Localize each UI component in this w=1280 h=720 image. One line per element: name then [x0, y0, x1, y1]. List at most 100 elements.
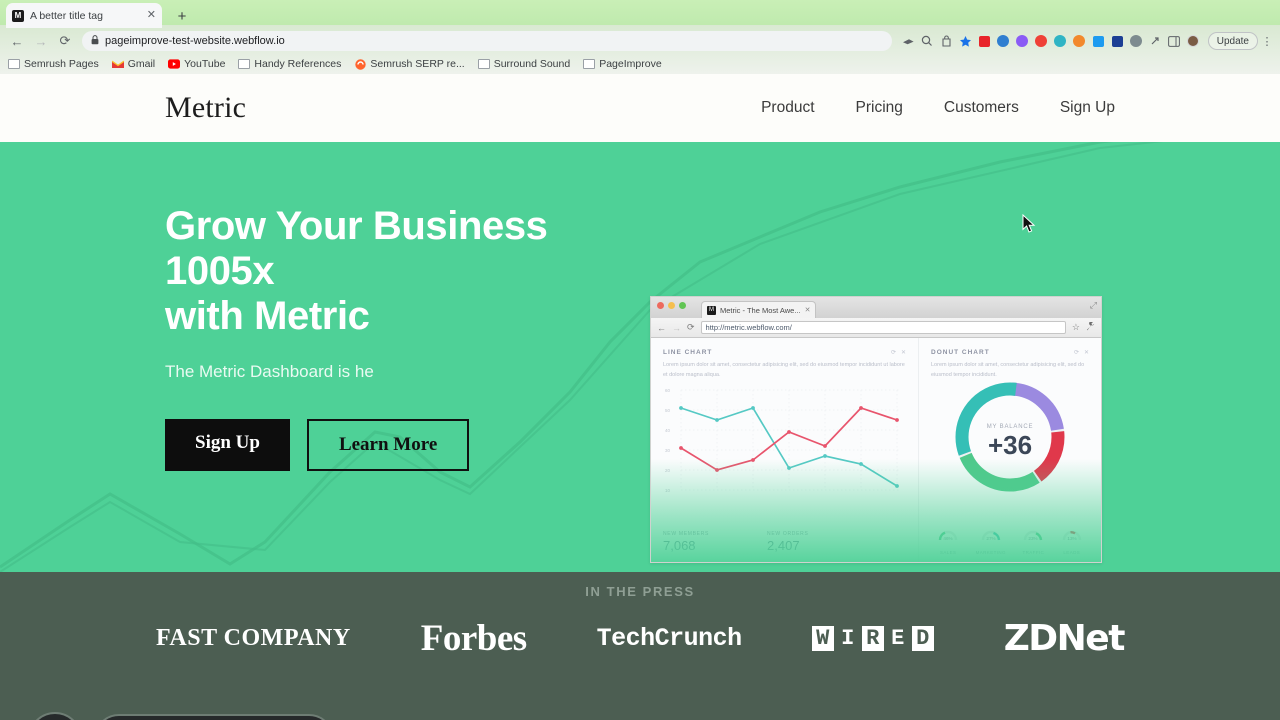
mock-window-controls[interactable] — [657, 302, 686, 309]
pen-icon[interactable] — [900, 33, 917, 50]
svg-text:50: 50 — [665, 408, 671, 413]
folder-icon — [238, 59, 251, 70]
svg-text:20: 20 — [665, 468, 671, 473]
gauge-traffic: 23% TRAFFIC — [1022, 525, 1044, 555]
ext-blue-globe-icon[interactable] — [995, 33, 1012, 50]
line-chart-graphic: 60 50 40 30 20 10 — [659, 382, 903, 505]
bookmark-item[interactable]: Surround Sound — [477, 58, 570, 70]
refresh-icon[interactable]: ⟳ — [891, 349, 896, 356]
shopping-bag-icon[interactable] — [938, 33, 955, 50]
bookmark-label: Semrush Pages — [24, 58, 99, 70]
loom-camera-button[interactable] — [28, 712, 82, 720]
site-logo[interactable]: Metric — [165, 91, 246, 125]
mock-resize-icon: ⤢ — [1089, 300, 1097, 310]
reload-button[interactable]: ⟳ — [54, 30, 76, 52]
mock-url-text: http://metric.webflow.com/ — [705, 323, 792, 332]
stat-label: NEW ORDERS — [767, 531, 809, 537]
svg-text:10: 10 — [665, 488, 671, 493]
mouse-cursor — [1022, 213, 1036, 239]
ext-orange-flower-icon[interactable] — [1071, 33, 1088, 50]
ext-teal-gear-icon[interactable] — [1052, 33, 1069, 50]
browser-chrome: M A better title tag ✕ + ← → ⟳ pageimpro… — [0, 0, 1280, 74]
folder-icon — [477, 59, 490, 70]
ext-red-square-icon[interactable] — [976, 33, 993, 50]
gauge-label: LEADS — [1063, 550, 1081, 555]
ext-navy-square-icon[interactable] — [1109, 33, 1126, 50]
learn-more-button[interactable]: Learn More — [306, 419, 470, 472]
profile-avatar[interactable] — [1185, 33, 1202, 50]
line-chart-stats: NEW MEMBERS 7,068 NEW ORDERS 2,407 — [663, 531, 809, 553]
ext-purple-drop-icon[interactable] — [1014, 33, 1031, 50]
stat-value: 7,068 — [663, 538, 696, 553]
nav-link-customers[interactable]: Customers — [944, 99, 1019, 117]
browser-menu-icon[interactable]: ⋮ — [1260, 35, 1274, 48]
mock-wrench-icon[interactable] — [1086, 321, 1095, 333]
nav-link-pricing[interactable]: Pricing — [856, 99, 903, 117]
mock-reload-icon[interactable]: ⟳ — [687, 322, 695, 333]
tab-title: A better title tag — [30, 9, 103, 22]
share-icon[interactable] — [1147, 33, 1164, 50]
gauge-leads: 13% LEADS — [1061, 525, 1083, 555]
press-logo-row: FAST COMPANY Forbes TechCrunch WIRED ZDN… — [0, 617, 1280, 660]
forward-button[interactable]: → — [30, 30, 52, 52]
close-icon[interactable]: ✕ — [1084, 349, 1089, 356]
ext-blue-chart-icon[interactable] — [1090, 33, 1107, 50]
svg-text:46%: 46% — [944, 536, 953, 541]
svg-text:30: 30 — [665, 448, 671, 453]
line-chart-controls: ⟳ ✕ — [891, 349, 906, 356]
line-chart-panel: LINE CHART ⟳ ✕ Lorem ipsum dolor sit ame… — [651, 338, 919, 562]
donut-center-value: +36 — [988, 430, 1032, 460]
nav-link-product[interactable]: Product — [761, 99, 814, 117]
tab-strip: M A better title tag ✕ + — [0, 0, 1280, 28]
web-page: Metric Product Pricing Customers Sign Up… — [0, 74, 1280, 720]
tab-favicon-icon: M — [12, 9, 24, 22]
toolbar-icons: Update ⋮ — [900, 32, 1274, 50]
mock-star-icon[interactable]: ☆ — [1072, 322, 1080, 333]
update-button[interactable]: Update — [1207, 32, 1258, 50]
tab-close-icon[interactable]: ✕ — [147, 10, 156, 21]
site-header: Metric Product Pricing Customers Sign Up — [0, 74, 1280, 142]
loom-recorder-toolbar: 5:00 — [28, 712, 335, 720]
mock-back-icon[interactable]: ← — [657, 323, 666, 333]
site-nav: Product Pricing Customers Sign Up — [761, 99, 1115, 117]
nav-link-signup[interactable]: Sign Up — [1060, 99, 1115, 117]
hero-title-line1: Grow Your Business 1005x — [165, 204, 548, 293]
ext-green-leaf-icon[interactable] — [1128, 33, 1145, 50]
bookmark-item[interactable]: PageImprove — [583, 58, 662, 70]
bookmark-item[interactable]: Semrush SERP re... — [354, 58, 465, 70]
back-button[interactable]: ← — [6, 30, 28, 52]
ext-red-circle-icon[interactable] — [1033, 33, 1050, 50]
bookmark-item[interactable]: Gmail — [111, 58, 156, 70]
bookmark-label: Semrush SERP re... — [370, 58, 465, 70]
magnifier-icon[interactable] — [919, 33, 936, 50]
mock-tab-strip: M Metric - The Most Awe... ✕ ⤢ — [651, 297, 1101, 318]
mock-url-field[interactable]: http://metric.webflow.com/ — [700, 321, 1066, 334]
new-tab-button[interactable]: + — [172, 6, 192, 26]
address-bar-url: pageimprove-test-website.webflow.io — [105, 35, 285, 47]
svg-text:60: 60 — [665, 388, 671, 393]
bookmark-item[interactable]: Handy References — [238, 58, 341, 70]
bookmark-star-icon[interactable] — [957, 33, 974, 50]
bookmark-label: Gmail — [127, 58, 156, 70]
address-bar[interactable]: pageimprove-test-website.webflow.io — [82, 31, 892, 51]
svg-text:40: 40 — [665, 428, 671, 433]
refresh-icon[interactable]: ⟳ — [1074, 349, 1079, 356]
donut-chart-header: DONUT CHART ⟳ ✕ — [931, 349, 1089, 356]
mock-forward-icon[interactable]: → — [672, 323, 681, 333]
sidepanel-icon[interactable] — [1166, 33, 1183, 50]
press-section: IN THE PRESS FAST COMPANY Forbes TechCru… — [0, 572, 1280, 720]
mock-dashboard-body: LINE CHART ⟳ ✕ Lorem ipsum dolor sit ame… — [651, 338, 1101, 562]
mock-tab-close-icon[interactable]: ✕ — [805, 306, 811, 314]
donut-chart-graphic: MY BALANCE +36 — [919, 378, 1101, 496]
mock-browser-tab[interactable]: M Metric - The Most Awe... ✕ — [701, 301, 817, 318]
gauge-row: 46% SALES 27% MARKETING 23% TRAFFIC 13% … — [919, 525, 1101, 555]
close-icon[interactable]: ✕ — [901, 349, 906, 356]
browser-tab[interactable]: M A better title tag ✕ — [6, 3, 162, 28]
bookmark-item[interactable]: Semrush Pages — [8, 58, 99, 70]
mock-address-bar: ← → ⟳ http://metric.webflow.com/ ☆ — [651, 318, 1101, 338]
fast-company-logo: FAST COMPANY — [156, 625, 351, 651]
stat-new-orders: NEW ORDERS 2,407 — [767, 531, 808, 553]
signup-button[interactable]: Sign Up — [165, 419, 290, 472]
bookmark-label: Handy References — [254, 58, 342, 70]
bookmark-item[interactable]: YouTube — [168, 58, 225, 70]
